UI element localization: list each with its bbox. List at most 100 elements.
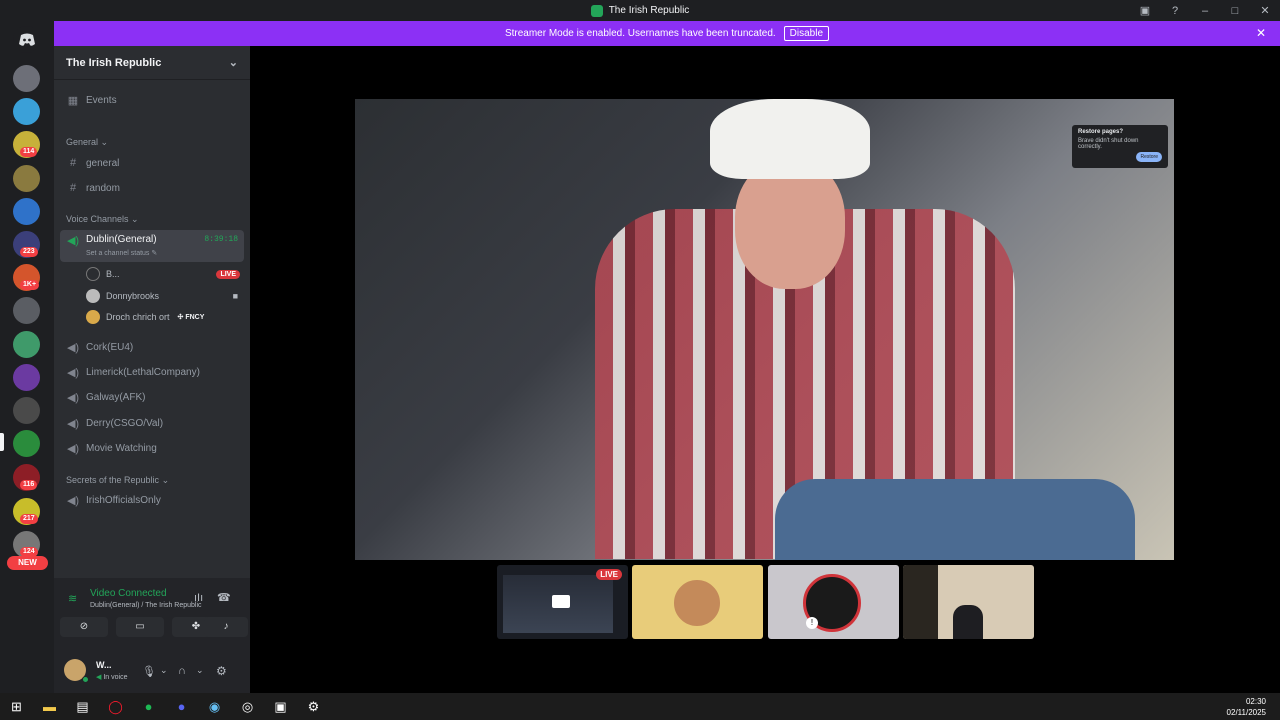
gear-icon[interactable]: ⚙	[216, 664, 227, 678]
speaker-icon: ◀	[96, 674, 102, 681]
video-content	[903, 565, 938, 639]
chevron-down-icon: ⌄	[228, 57, 238, 69]
calendar-icon: ▦	[67, 94, 79, 107]
events-item[interactable]: ▦ Events	[60, 89, 244, 111]
connection-location: Dublin(General) / The Irish Republic	[90, 602, 202, 609]
voice-channel[interactable]: ◀) Cork(EU4)	[60, 336, 244, 358]
channel-sidebar: The Irish Republic ⌄ ▦ Events General ⌄ #…	[54, 46, 250, 693]
signal-icon[interactable]: ≋	[68, 592, 77, 605]
windows-taskbar: ⊞ ▬ ▤ ◯ ● ● ◉ ◎ ▣ ⚙ 02:30 02/11/2025	[0, 693, 1280, 720]
locked-speaker-icon: ◀)	[66, 494, 80, 507]
camera-off-button[interactable]: ⊘	[60, 617, 108, 637]
new-badge[interactable]: NEW	[7, 556, 48, 570]
speaker-icon: ◀)	[66, 366, 80, 379]
server-icon[interactable]	[13, 198, 40, 225]
voice-user[interactable]: B... LIVE	[86, 265, 244, 283]
app-icon[interactable]: ▤	[66, 693, 99, 720]
disconnect-icon[interactable]: ☎	[217, 591, 231, 604]
video-content	[953, 605, 983, 639]
voice-channel-locked[interactable]: ◀) IrishOfficialsOnly	[60, 489, 244, 511]
speaker-icon: ◀)	[66, 235, 80, 247]
channel-name: Cork(EU4)	[86, 341, 134, 353]
streamer-mode-banner: Streamer Mode is enabled. Usernames have…	[54, 21, 1280, 46]
category-header[interactable]: Secrets of the Republic ⌄	[66, 475, 169, 486]
mention-badge: 1K+	[20, 280, 40, 290]
server-icon[interactable]	[13, 98, 40, 125]
spotify-icon[interactable]: ●	[132, 693, 165, 720]
category-header[interactable]: General ⌄	[66, 137, 108, 148]
start-icon[interactable]: ⊞	[0, 693, 33, 720]
live-badge: LIVE	[216, 269, 240, 279]
server-icon[interactable]	[13, 331, 40, 358]
voice-user[interactable]: Donnybrooks ■	[86, 287, 244, 305]
video-content	[775, 479, 1135, 560]
server-rail: 114 223 1K+ 116 217 124 NEW	[0, 21, 54, 693]
noise-suppression-icon[interactable]: ıIı	[194, 592, 203, 604]
stream-thumbnail[interactable]: LIVE	[497, 565, 628, 639]
voice-channel[interactable]: ◀) Movie Watching	[60, 437, 244, 459]
voice-user[interactable]: Droch chrich ort ✣ FNCY	[86, 308, 244, 326]
discord-home-icon[interactable]	[13, 26, 40, 53]
category-header[interactable]: Voice Channels ⌄	[66, 214, 139, 225]
headphones-icon[interactable]: ∩	[178, 665, 186, 677]
inbox-icon[interactable]: ▣	[1130, 4, 1160, 17]
speaker-icon: ◀)	[66, 391, 80, 404]
events-label: Events	[86, 94, 117, 106]
server-header[interactable]: The Irish Republic ⌄	[54, 46, 250, 80]
close-icon[interactable]: ✕	[1250, 4, 1280, 17]
channel-name: IrishOfficialsOnly	[86, 494, 161, 506]
screen-share-icon	[552, 595, 570, 608]
server-icon[interactable]	[13, 397, 40, 424]
connection-status[interactable]: Video Connected	[90, 588, 167, 599]
text-channel[interactable]: # random	[60, 177, 244, 199]
live-badge: LIVE	[596, 569, 622, 580]
avatar	[86, 310, 100, 324]
channel-status[interactable]: Set a channel status ✎	[86, 249, 157, 257]
server-icon[interactable]	[13, 65, 40, 92]
online-status-dot	[82, 676, 89, 683]
screen-share-button[interactable]: ▭	[116, 617, 164, 637]
help-icon[interactable]: ?	[1160, 5, 1190, 17]
store-icon[interactable]: ▣	[264, 693, 297, 720]
participant-tile[interactable]	[632, 565, 763, 639]
microphone-icon[interactable]: 🎙︎	[142, 665, 156, 678]
file-explorer-icon[interactable]: ▬	[33, 693, 66, 720]
window-title: The Irish Republic	[608, 5, 690, 16]
voice-channel-active[interactable]: ◀) Dublin(General) Set a channel status …	[60, 230, 244, 262]
steam-icon[interactable]: ◉	[198, 693, 231, 720]
server-icon[interactable]	[13, 430, 40, 457]
voice-channel[interactable]: ◀) Derry(CSGO/Val)	[60, 412, 244, 434]
user-name: B...	[106, 269, 120, 279]
focused-stream[interactable]: Restore pages? Brave didn't shut down co…	[355, 99, 1174, 560]
server-tag: ✣ FNCY	[177, 314, 205, 321]
opera-icon[interactable]: ◯	[99, 693, 132, 720]
voice-channel[interactable]: ◀) Limerick(LethalCompany)	[60, 361, 244, 383]
avatar	[86, 267, 100, 281]
chevron-down-icon[interactable]: ⌄	[196, 665, 204, 676]
maximize-icon[interactable]: □	[1220, 5, 1250, 17]
channel-name: Derry(CSGO/Val)	[86, 417, 164, 429]
app-icon[interactable]: ◎	[231, 693, 264, 720]
participant-camera[interactable]	[903, 565, 1034, 639]
user-status-text: In voice	[103, 674, 128, 681]
user-name[interactable]: W...	[96, 660, 112, 670]
voice-channel[interactable]: ◀) Galway(AFK)	[60, 386, 244, 408]
title-bar: The Irish Republic ▣ ? – □ ✕	[0, 0, 1280, 21]
hash-icon: #	[69, 182, 77, 194]
server-icon[interactable]	[13, 364, 40, 391]
minimize-icon[interactable]: –	[1190, 5, 1220, 17]
close-icon[interactable]: ✕	[1256, 26, 1266, 40]
server-icon[interactable]	[13, 297, 40, 324]
disable-button[interactable]: Disable	[783, 26, 830, 41]
clock-date: 02/11/2025	[1226, 708, 1266, 717]
system-clock[interactable]: 02:30 02/11/2025	[1227, 696, 1266, 718]
gear-icon[interactable]: ⚙	[297, 693, 330, 720]
text-channel[interactable]: # general	[60, 152, 244, 174]
channel-name: random	[86, 182, 120, 194]
soundboard-button[interactable]: ♪	[204, 617, 248, 637]
chevron-down-icon[interactable]: ⌄	[160, 665, 168, 676]
hash-icon: #	[69, 157, 77, 169]
participant-tile[interactable]: !	[768, 565, 899, 639]
discord-icon[interactable]: ●	[165, 693, 198, 720]
server-icon[interactable]	[13, 165, 40, 192]
